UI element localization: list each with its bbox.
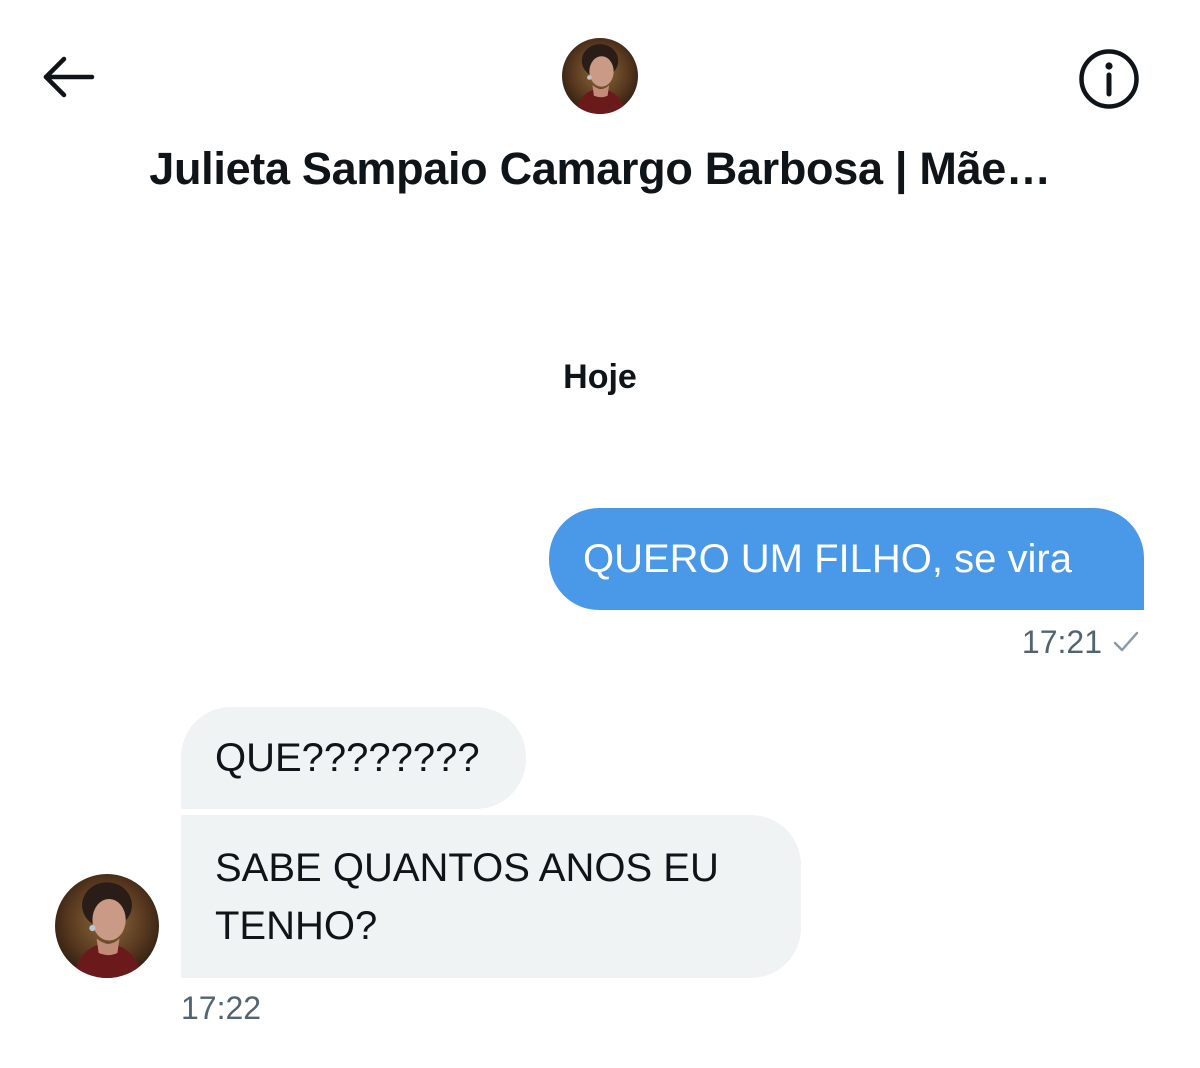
sent-message-bubble[interactable]: QUERO UM FILHO, se vira (549, 508, 1144, 610)
message-text: SABE QUANTOS ANOS EU TENHO? (215, 846, 719, 948)
check-icon (1113, 631, 1139, 652)
received-message-bubble[interactable]: QUE???????? (181, 707, 526, 809)
received-message-bubble[interactable]: SABE QUANTOS ANOS EU TENHO? (181, 815, 801, 978)
message-text: QUE???????? (215, 736, 480, 780)
message-timestamp: 17:21 (1021, 624, 1102, 660)
back-button[interactable] (40, 50, 98, 104)
contact-avatar[interactable] (562, 38, 638, 114)
message-timestamp: 17:22 (181, 990, 262, 1026)
sender-avatar[interactable] (55, 874, 159, 978)
message-text: QUERO UM FILHO, se vira (583, 537, 1072, 581)
arrow-left-icon (43, 56, 95, 98)
info-icon (1079, 49, 1139, 109)
info-button[interactable] (1076, 48, 1142, 110)
date-divider: Hoje (563, 358, 637, 396)
contact-name[interactable]: Julieta Sampaio Camargo Barbosa | Mãe… (0, 141, 1200, 197)
